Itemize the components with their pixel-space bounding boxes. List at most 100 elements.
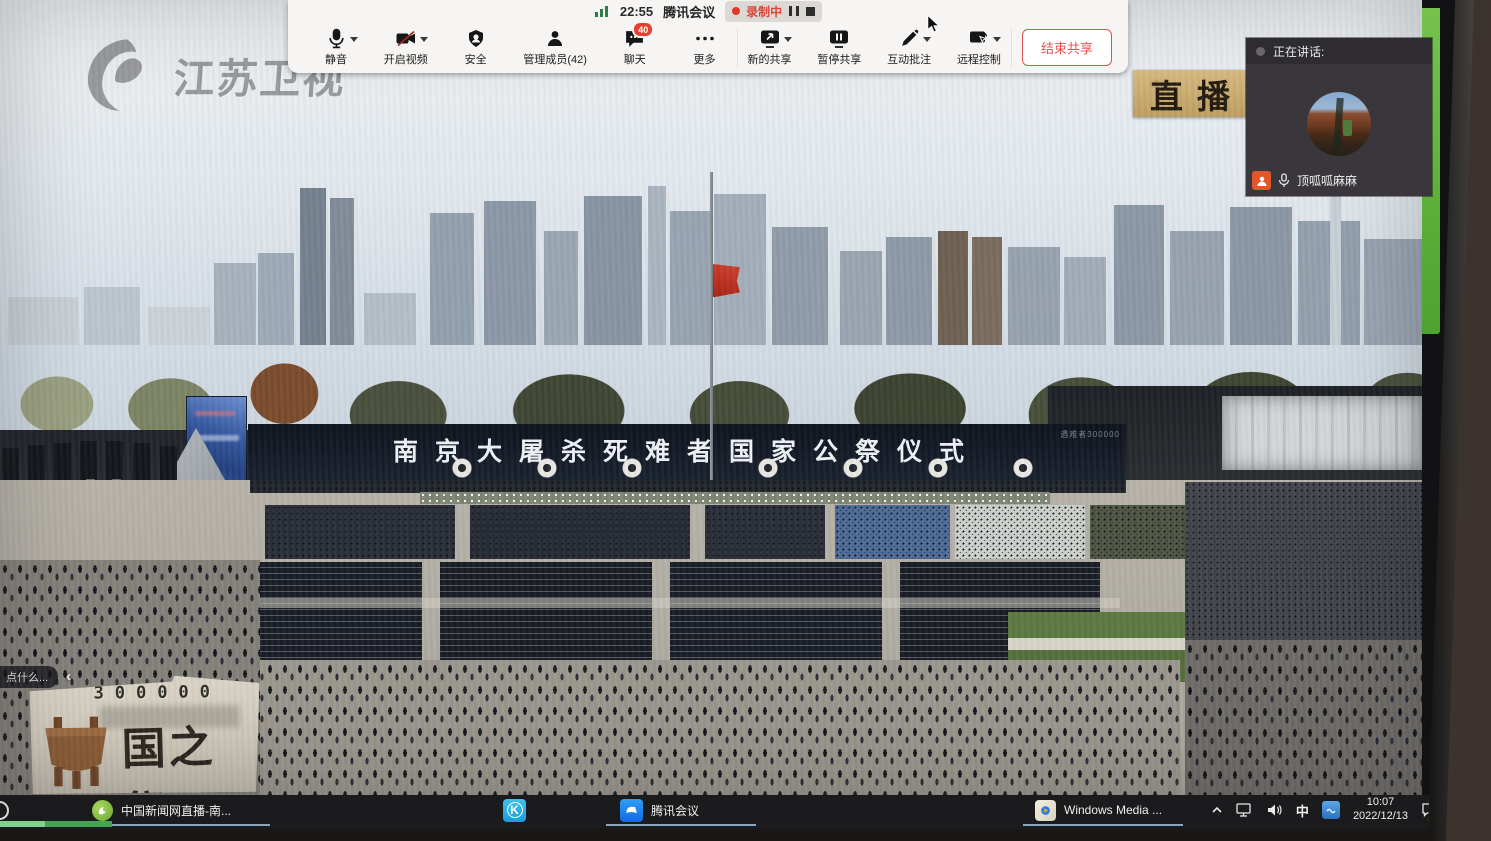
- tray-clock[interactable]: 10:07 2022/12/13: [1353, 796, 1408, 824]
- meeting-statusbar: 22:55 腾讯会议 录制中: [288, 0, 1128, 22]
- remote-control-button[interactable]: 远程控制: [957, 28, 1001, 67]
- formation-block-2: [440, 562, 652, 662]
- formation-block-1: [250, 562, 422, 662]
- camera-off-icon: [395, 28, 417, 49]
- wreath: [622, 458, 642, 478]
- memorial-main-wall: 南京大屠杀死难者国家公祭仪式 遇难者300000: [248, 424, 1126, 484]
- app-title: 腾讯会议: [663, 2, 715, 21]
- recording-stop-button[interactable]: [806, 7, 815, 16]
- wreath: [452, 458, 472, 478]
- manage-members-button[interactable]: 管理成员(42): [523, 28, 587, 67]
- wreath: [843, 458, 863, 478]
- share-screen-icon: [759, 28, 781, 49]
- speaker-header: 正在讲话:: [1246, 38, 1432, 64]
- chat-button[interactable]: 40 聊天: [613, 28, 657, 67]
- half-mast-flag: [713, 264, 740, 297]
- security-button[interactable]: 安全: [454, 28, 498, 67]
- ceremony-banner-text: 南京大屠杀死难者国家公祭仪式: [393, 432, 981, 468]
- tray-app-icon[interactable]: [1322, 801, 1340, 819]
- ellipsis-icon: [694, 28, 716, 49]
- pause-share-button[interactable]: 暂停共享: [817, 28, 861, 67]
- cnnews-icon: [92, 800, 113, 821]
- formation-white: [955, 505, 1085, 559]
- input-language-indicator[interactable]: 中: [1296, 801, 1309, 820]
- speaker-dot-icon: [1256, 47, 1265, 56]
- network-icon[interactable]: [1236, 803, 1254, 817]
- formation-block-3: [670, 562, 882, 662]
- end-share-button[interactable]: 结束共享: [1022, 29, 1112, 66]
- flagpole: [710, 172, 713, 524]
- speaker-video-thumbnail[interactable]: 正在讲话: 顶呱呱麻麻: [1246, 38, 1432, 196]
- foreground-crowd: [250, 660, 1180, 795]
- new-share-caret-icon[interactable]: [784, 37, 792, 42]
- speaker-footer: 顶呱呱麻麻: [1246, 171, 1363, 190]
- jstv-logo-icon: [77, 33, 167, 117]
- remote-control-icon: [968, 28, 990, 49]
- remote-caret-icon[interactable]: [993, 37, 1001, 42]
- person-icon: [545, 28, 565, 49]
- comment-text: 点什么...: [0, 666, 58, 688]
- taskbar-app-meeting[interactable]: 腾讯会议: [620, 795, 699, 825]
- formation-navy-2: [470, 505, 690, 559]
- pause-share-icon: [828, 28, 850, 49]
- pen-icon: [899, 28, 920, 49]
- speaking-label: 正在讲话:: [1273, 43, 1324, 60]
- flower-bed: [420, 492, 1050, 504]
- monitor-photo: 国家公祭 国家公祭 国家公祭 国家公祭 国家公祭 国家公祭 国家公祭 南京大屠杀…: [0, 0, 1491, 841]
- tencent-meeting-icon: [620, 799, 643, 822]
- wmp-icon: [1035, 800, 1056, 821]
- comment-overlay: 点什么... ‹: [0, 666, 71, 687]
- taskbar-app-wmp[interactable]: Windows Media ...: [1035, 795, 1162, 825]
- relief-sculpture-panel: [1222, 396, 1422, 470]
- taskbar-app-cnnews[interactable]: 中国新闻网直播-南...: [92, 795, 231, 825]
- live-badge: 直播: [1133, 70, 1249, 117]
- start-video-button[interactable]: 开启视频: [384, 28, 428, 67]
- shared-screen-video: 国家公祭 国家公祭 国家公祭 国家公祭 国家公祭 国家公祭 国家公祭 南京大屠杀…: [0, 0, 1422, 795]
- formation-blue: [835, 505, 950, 559]
- meeting-toolbar-panel: 22:55 腾讯会议 录制中: [288, 0, 1128, 73]
- taskbar-progress-bar: [0, 821, 112, 827]
- monitor-screen: 国家公祭 国家公祭 国家公祭 国家公祭 国家公祭 国家公祭 国家公祭 南京大屠杀…: [0, 0, 1491, 841]
- wall-side-text: 遇难者300000: [1060, 429, 1120, 440]
- recording-label: 录制中: [746, 3, 782, 20]
- chat-unread-badge: 40: [632, 21, 654, 38]
- windows-taskbar: 中国新闻网直播-南... K 腾讯会议 Windows Media .: [0, 795, 1455, 829]
- system-tray: 中 10:07 2022/12/13 1: [1211, 795, 1439, 825]
- tray-time: 10:07: [1353, 796, 1408, 810]
- speaker-volume-icon[interactable]: [1267, 803, 1283, 817]
- tray-chevron-icon[interactable]: [1211, 806, 1223, 814]
- walkway: [250, 598, 1120, 608]
- memorial-title-text: 国之祭: [121, 710, 263, 795]
- annotate-caret-icon[interactable]: [923, 37, 931, 42]
- speaker-avatar: [1307, 92, 1371, 156]
- right-foreground-crowd: [1185, 640, 1422, 795]
- more-button[interactable]: 更多: [683, 28, 727, 67]
- formation-navy-3: [705, 505, 825, 559]
- wreath: [758, 458, 778, 478]
- cropped-taskbar-icon[interactable]: [0, 801, 9, 820]
- mic-status-icon: [1277, 173, 1291, 189]
- wreath: [537, 458, 557, 478]
- recording-dot-icon: [732, 7, 740, 15]
- shield-icon: [466, 28, 486, 49]
- video-caret-icon[interactable]: [420, 37, 428, 42]
- new-share-button[interactable]: 新的共享: [748, 28, 792, 67]
- mouse-cursor: [926, 14, 942, 34]
- wreath: [928, 458, 948, 478]
- meeting-duration: 22:55: [620, 4, 653, 19]
- meeting-button-row: 静音 开启视频: [288, 22, 1128, 73]
- tray-date: 2022/12/13: [1353, 810, 1408, 824]
- collapse-arrow-icon: ‹: [66, 668, 71, 685]
- host-role-icon: [1252, 171, 1271, 190]
- wreath: [1013, 458, 1033, 478]
- recording-pause-button[interactable]: [788, 6, 800, 16]
- annotate-button[interactable]: 互动批注: [887, 28, 931, 67]
- recording-pill: 录制中: [725, 1, 822, 22]
- mute-caret-icon[interactable]: [350, 37, 358, 42]
- signal-icon: [594, 5, 610, 17]
- live-badge-text: 直播: [1150, 70, 1244, 118]
- taskbar-app-k[interactable]: K: [503, 795, 526, 825]
- mute-button[interactable]: 静音: [314, 28, 358, 67]
- ding-cauldron-icon: [34, 705, 119, 792]
- formation-navy-1: [265, 505, 455, 559]
